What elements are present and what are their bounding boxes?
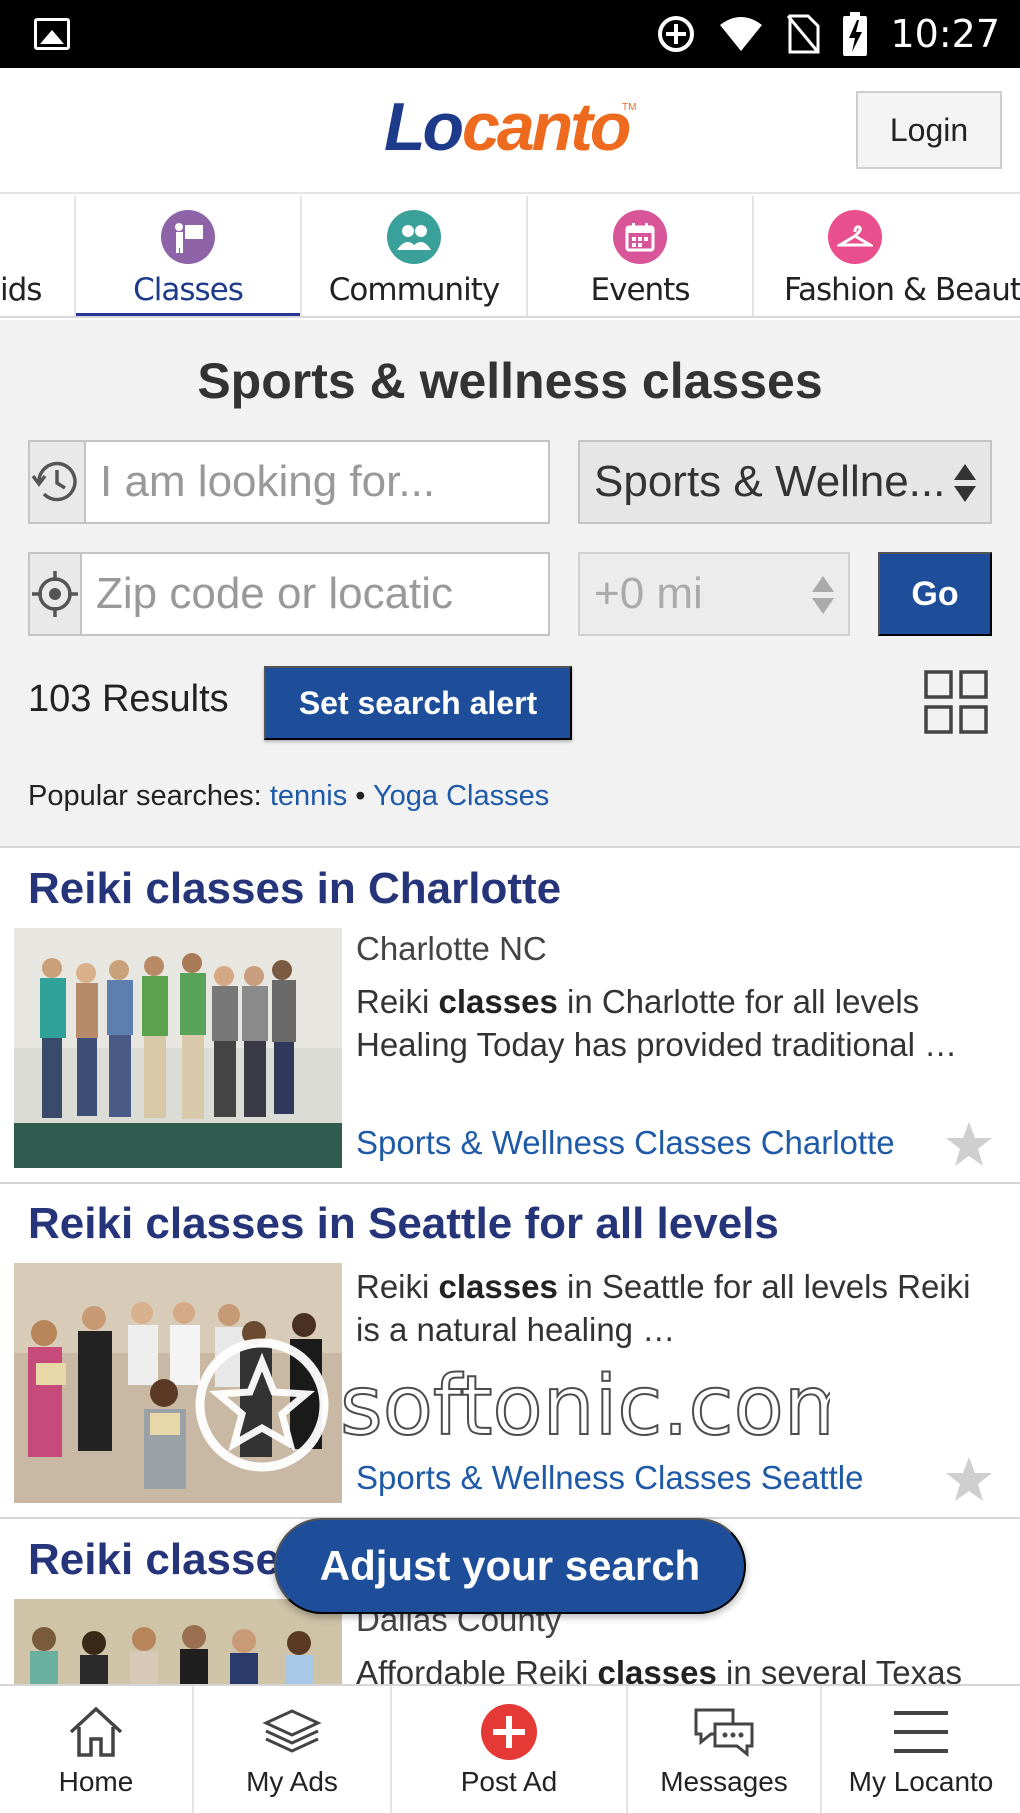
favorite-star-icon[interactable] xyxy=(944,1120,994,1168)
listing-photo[interactable] xyxy=(14,928,342,1168)
listing-item[interactable]: Reiki classes in Seattle for all levels … xyxy=(0,1185,1020,1519)
select-arrows-icon xyxy=(954,464,976,502)
listing-description: Affordable Reiki classes in several Texa… xyxy=(356,1654,963,1684)
nav-my-locanto[interactable]: My Locanto xyxy=(822,1686,1020,1813)
svg-text:TM: TM xyxy=(622,102,636,113)
clock: 10:27 xyxy=(890,12,1000,56)
listing-location: Charlotte NC xyxy=(356,930,547,967)
my-ads-icon xyxy=(260,1704,324,1760)
presentation-icon xyxy=(161,210,215,264)
nav-messages[interactable]: Messages xyxy=(628,1686,822,1813)
login-button[interactable]: Login xyxy=(856,91,1002,169)
menu-icon xyxy=(889,1704,953,1760)
category-select-value: Sports & Wellne... xyxy=(594,457,946,506)
locanto-logo[interactable]: Lo canto TM xyxy=(382,90,642,170)
tab-fashion-beauty[interactable]: Fashion & Beauty xyxy=(754,196,1020,316)
location-field xyxy=(28,552,671,636)
go-button[interactable]: Go xyxy=(878,552,992,636)
history-icon[interactable] xyxy=(30,442,86,522)
tab-classes[interactable]: Classes xyxy=(76,196,302,316)
page-title: Sports & wellness classes xyxy=(197,353,823,409)
gallery-notification-icon xyxy=(34,18,70,50)
messages-icon xyxy=(692,1704,756,1760)
radius-select[interactable]: +0 mi xyxy=(578,552,850,636)
search-panel: Sports & wellness classes Sports & Welln… xyxy=(0,320,1020,848)
wifi-icon xyxy=(720,17,763,51)
listing-title[interactable]: Reiki classes in Charlotte xyxy=(28,864,561,914)
nav-my-ads[interactable]: My Ads xyxy=(194,1686,392,1813)
select-arrows-icon xyxy=(812,576,834,614)
radius-select-value: +0 mi xyxy=(594,569,703,618)
set-search-alert-button[interactable]: Set search alert xyxy=(264,666,572,740)
separator: • xyxy=(355,780,366,812)
calendar-icon xyxy=(613,210,667,264)
status-bar: 10:27 xyxy=(0,0,1020,68)
popular-link-yoga-classes[interactable]: Yoga Classes xyxy=(373,780,549,812)
tab-events[interactable]: Events xyxy=(528,196,754,316)
battery-charging-icon xyxy=(843,12,868,56)
favorite-star-icon[interactable] xyxy=(944,1455,994,1503)
listing-title[interactable]: Reiki classe xyxy=(28,1535,280,1585)
nav-home[interactable]: Home xyxy=(0,1686,194,1813)
popular-link-tennis[interactable]: tennis xyxy=(270,780,347,812)
adjust-search-button[interactable]: Adjust your search xyxy=(274,1518,746,1614)
data-saver-icon xyxy=(658,16,695,52)
tab-kids[interactable]: ids xyxy=(0,196,76,316)
post-ad-plus-icon xyxy=(477,1704,541,1760)
home-icon xyxy=(64,1704,128,1760)
app-header: Lo canto TM Login xyxy=(0,68,1020,194)
tab-community[interactable]: Community xyxy=(302,196,528,316)
popular-searches: Popular searches: tennis • Yoga Classes xyxy=(28,780,549,813)
listing-title[interactable]: Reiki classes in Seattle for all levels xyxy=(28,1199,779,1249)
listing-description: Reiki classes in Seattle for all levels … xyxy=(356,1268,971,1348)
listing-category-link[interactable]: Sports & Wellness Classes Charlotte xyxy=(356,1124,895,1162)
listing-photo[interactable] xyxy=(14,1599,342,1684)
results-count: 103 Results xyxy=(28,678,229,720)
listing-category-link[interactable]: Sports & Wellness Classes Seattle xyxy=(356,1459,863,1497)
popular-searches-label: Popular searches: xyxy=(28,780,262,812)
listing-item[interactable]: Reiki classes in Charlotte Charlotte NC … xyxy=(0,850,1020,1184)
category-select[interactable]: Sports & Wellne... xyxy=(578,440,992,524)
grid-view-icon[interactable] xyxy=(924,670,988,734)
hanger-icon xyxy=(828,210,882,264)
no-sim-icon xyxy=(787,14,820,54)
bottom-navigation: Home My Ads Post Ad Messages My Locanto xyxy=(0,1684,1020,1813)
nav-post-ad[interactable]: Post Ad xyxy=(392,1686,628,1813)
svg-text:canto: canto xyxy=(462,90,630,165)
svg-text:Lo: Lo xyxy=(384,90,463,165)
keyword-field xyxy=(28,440,675,524)
listing-description: Reiki classes in Charlotte for all level… xyxy=(356,983,958,1063)
listing-photo[interactable] xyxy=(14,1263,342,1503)
people-icon xyxy=(387,210,441,264)
locate-me-icon[interactable] xyxy=(30,554,82,634)
category-tabs: ids Classes Community Events Fashion & B… xyxy=(0,196,1020,318)
